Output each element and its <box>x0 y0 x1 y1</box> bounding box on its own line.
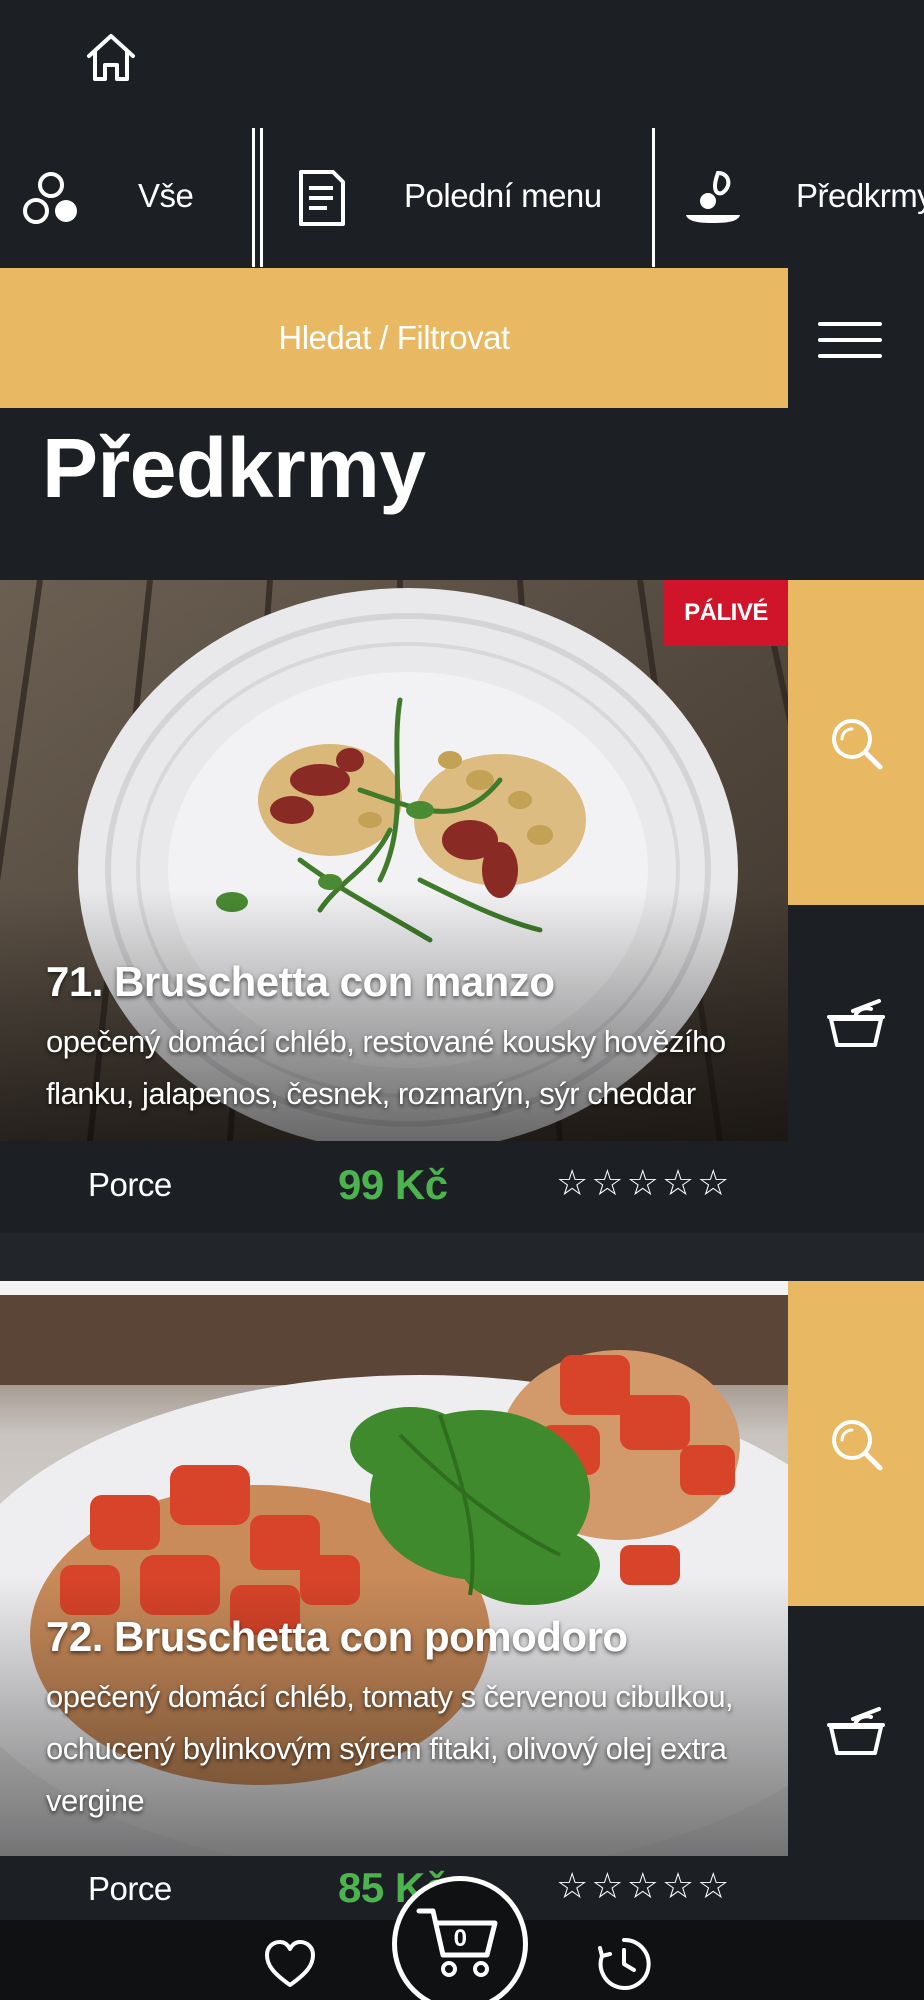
tab-divider <box>652 128 655 267</box>
star-icon[interactable]: ☆ <box>627 1165 659 1201</box>
hamburger-menu-button[interactable] <box>810 300 890 380</box>
dish-price: 99 Kč <box>338 1161 448 1208</box>
menu-item-card: PÁLIVÉ 71. Bruschetta con manzo opečený … <box>0 580 924 1233</box>
star-icon[interactable]: ☆ <box>697 1165 729 1201</box>
dish-image[interactable]: PÁLIVÉ 71. Bruschetta con manzo opečený … <box>0 580 788 1141</box>
dish-description: opečený domácí chléb, tomaty s červenou … <box>46 1679 734 1818</box>
portion-label: Porce <box>88 1870 172 1907</box>
dish-image[interactable]: 72. Bruschetta con pomodoro opečený domá… <box>0 1295 788 1856</box>
rating-stars[interactable]: ☆ ☆ ☆ ☆ ☆ <box>556 1165 729 1201</box>
order-history-button[interactable] <box>596 1936 652 1992</box>
plate-leaf-icon <box>682 167 744 229</box>
tab-starters-label: Předkrmy <box>796 177 924 214</box>
home-icon <box>87 34 135 81</box>
menu-icon <box>818 322 882 326</box>
star-icon[interactable]: ☆ <box>662 1165 694 1201</box>
search-icon <box>832 718 883 769</box>
search-filter-label: Hledat / Filtrovat <box>278 319 510 356</box>
favorites-button[interactable] <box>262 1936 318 1992</box>
tab-lunch-menu[interactable]: Polední menu <box>250 125 650 267</box>
star-icon[interactable]: ☆ <box>697 1868 729 1904</box>
bowl-icon <box>827 1707 885 1755</box>
tab-starters[interactable]: Předkrmy <box>650 125 924 267</box>
document-icon <box>290 167 352 229</box>
home-button[interactable] <box>80 26 142 88</box>
star-icon[interactable]: ☆ <box>627 1868 659 1904</box>
heart-icon <box>265 1940 315 1987</box>
spicy-badge: PÁLIVÉ <box>664 580 788 646</box>
search-filter-button[interactable]: Hledat / Filtrovat <box>0 268 788 408</box>
star-icon[interactable]: ☆ <box>556 1868 588 1904</box>
dish-detail-button[interactable] <box>788 580 924 905</box>
search-icon <box>832 1419 883 1470</box>
star-icon[interactable]: ☆ <box>591 1868 623 1904</box>
tab-lunch-menu-label: Polední menu <box>404 177 602 214</box>
star-icon[interactable]: ☆ <box>662 1868 694 1904</box>
tab-divider <box>260 128 263 267</box>
dish-detail-button[interactable] <box>788 1281 924 1606</box>
rating-stars[interactable]: ☆ ☆ ☆ ☆ ☆ <box>556 1868 729 1904</box>
circles-icon <box>20 167 82 229</box>
portion-label: Porce <box>88 1166 172 1203</box>
menu-item-card: 72. Bruschetta con pomodoro opečený domá… <box>0 1281 924 1920</box>
page-title: Předkrmy <box>42 421 426 515</box>
top-bar <box>0 0 924 125</box>
category-tabs: Vše Polední menu Předkrmy <box>0 125 924 267</box>
dish-footer: Porce 99 Kč ☆ ☆ ☆ ☆ ☆ <box>0 1141 924 1233</box>
add-to-order-button[interactable] <box>788 905 924 1141</box>
menu-icon <box>818 338 882 342</box>
cart-count-badge: 0 <box>453 1925 467 1952</box>
dish-title: 72. Bruschetta con pomodoro <box>46 1613 628 1660</box>
dish-description: opečený domácí chléb, restované kousky h… <box>46 1024 726 1111</box>
tab-all[interactable]: Vše <box>0 125 250 267</box>
tab-divider <box>252 128 255 267</box>
card-separator <box>0 1233 924 1281</box>
history-clock-icon <box>598 1937 651 1990</box>
cart-button[interactable]: 0 <box>392 1876 528 2000</box>
add-to-order-button[interactable] <box>788 1606 924 1856</box>
bowl-icon <box>827 999 885 1047</box>
tab-all-label: Vše <box>138 177 194 214</box>
star-icon[interactable]: ☆ <box>591 1165 623 1201</box>
star-icon[interactable]: ☆ <box>556 1165 588 1201</box>
menu-icon <box>818 354 882 358</box>
dish-title: 71. Bruschetta con manzo <box>46 958 555 1005</box>
